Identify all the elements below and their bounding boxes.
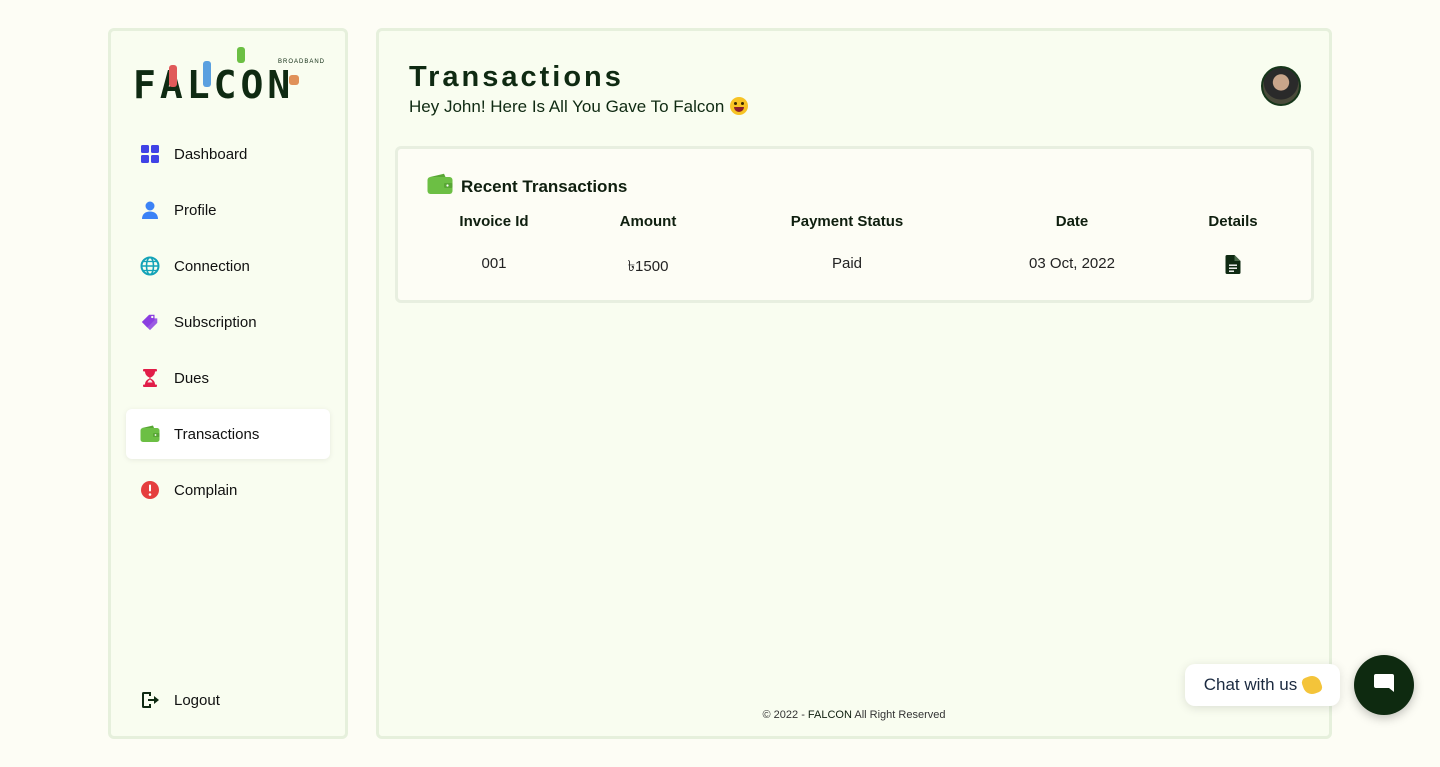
logout-label: Logout [174,691,220,709]
column-header-details: Details [1208,213,1258,230]
chat-label: Chat with us [1203,675,1298,694]
tags-icon [140,312,160,332]
chat-launcher-button[interactable] [1354,655,1414,715]
logo-figure-4 [289,75,299,85]
sidebar-nav: Dashboard Profile Connection Subscriptio… [126,129,330,521]
table-header-row: Invoice Id Amount Payment Status Date De… [398,209,1311,275]
table-cell-date: 03 Oct, 2022 [1029,255,1115,272]
recent-transactions-card: Recent Transactions Invoice Id Amount Pa… [395,146,1314,303]
globe-icon [140,256,160,276]
sidebar-item-label: Connection [174,257,250,275]
page-title: Transactions [409,61,624,93]
sidebar-item-dashboard[interactable]: Dashboard [126,129,330,179]
sidebar-item-connection[interactable]: Connection [126,241,330,291]
table-cell-status: Paid [831,255,863,272]
footer-suffix: All Right Reserved [851,709,946,721]
avatar[interactable] [1261,66,1301,106]
sidebar-item-profile[interactable]: Profile [126,185,330,235]
sidebar-item-label: Dashboard [174,145,248,163]
footer-brand: FALCON [807,709,852,721]
wallet-icon [427,173,453,200]
falcon-logo[interactable]: FALCON BROADBAND [131,45,327,107]
column-header-invoice-id: Invoice Id [459,213,529,230]
logout-icon [140,690,160,710]
logo-figure-3 [237,47,245,63]
table-cell-invoice-id: 001 [481,255,507,272]
column-header-date: Date [1055,213,1089,230]
sidebar-item-label: Subscription [174,313,257,331]
column-header-payment-status: Payment Status [790,213,904,230]
page-subtitle: Hey John! Here Is All You Gave To Falcon [409,97,749,117]
wallet-icon [140,424,160,444]
sidebar-item-label: Dues [174,369,210,387]
footer-prefix: © 2022 - [762,709,808,721]
document-icon[interactable] [1225,255,1241,278]
alert-icon [140,480,160,500]
card-title: Recent Transactions [461,176,628,196]
greeting-text: Hey John! Here Is All You Gave To Falcon [409,97,725,116]
sidebar-item-complain[interactable]: Complain [126,465,330,515]
logo-figure-2 [203,61,211,87]
chat-with-us-bubble[interactable]: Chat with us [1185,664,1340,706]
main-panel: Transactions Hey John! Here Is All You G… [376,28,1332,739]
logo-wordmark: FALCON [133,63,295,107]
chat-bubble-icon [1373,672,1395,699]
grid-icon [140,144,160,164]
sidebar-item-dues[interactable]: Dues [126,353,330,403]
card-header: Recent Transactions [427,173,627,200]
sidebar-item-label: Profile [174,201,217,219]
logout-section: Logout [126,675,330,731]
footer: © 2022 - FALCON All Right Reserved [379,709,1329,721]
sidebar-item-subscription[interactable]: Subscription [126,297,330,347]
user-icon [140,200,160,220]
sidebar-item-transactions[interactable]: Transactions [126,409,330,459]
sidebar: FALCON BROADBAND Dashboard Profile Conne… [108,28,348,739]
grinning-face-icon [730,97,749,115]
logo-figure-1 [169,65,177,87]
sidebar-item-label: Transactions [174,425,260,443]
logout-button[interactable]: Logout [126,675,330,725]
sidebar-item-label: Complain [174,481,238,499]
hourglass-icon [140,368,160,388]
logo-subtitle: BROADBAND [277,59,325,65]
transactions-table: Invoice Id Amount Payment Status Date De… [398,209,1311,275]
waving-hand-icon [1300,673,1324,697]
table-cell-amount: ৳1500 [627,258,669,275]
column-header-amount: Amount [619,213,677,230]
